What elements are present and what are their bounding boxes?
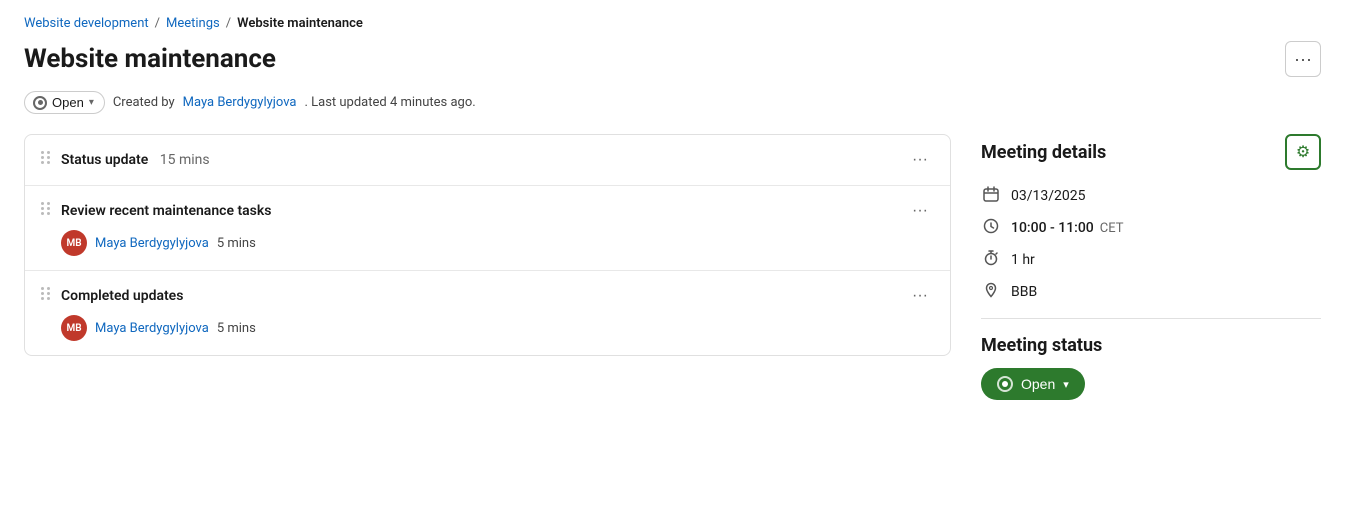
breadcrumb-link-1[interactable]: Website development [24, 16, 149, 31]
meeting-time-item: 10:00 - 11:00 CET [981, 218, 1321, 238]
open-status-badge[interactable]: Open ▾ [24, 91, 105, 114]
location-icon [981, 282, 1001, 302]
page-more-button[interactable]: ··· [1285, 41, 1321, 77]
meeting-location-item: BBB [981, 282, 1321, 302]
gear-icon: ⚙ [1296, 142, 1310, 162]
meeting-timezone: CET [1100, 221, 1124, 236]
presenter-3-name[interactable]: Maya Berdygylyjova [95, 321, 209, 336]
open-chevron-icon: ▾ [89, 97, 94, 108]
breadcrumb: Website development / Meetings / Website… [24, 16, 1321, 31]
drag-dot [41, 212, 44, 215]
created-by-text: Created by [113, 95, 175, 110]
agenda-item-1-header: Status update 15 mins ··· [61, 149, 934, 171]
drag-dot [41, 297, 44, 300]
drag-dot [47, 292, 50, 295]
drag-dot [47, 207, 50, 210]
drag-dot [41, 207, 44, 210]
drag-dot [41, 202, 44, 205]
title-row: Website maintenance ··· [24, 41, 1321, 77]
presenter-3-avatar: MB [61, 315, 87, 341]
author-link[interactable]: Maya Berdygylyjova [183, 95, 297, 110]
main-layout: Status update 15 mins ··· [24, 134, 1321, 400]
agenda-item-1-actions: ··· [906, 149, 934, 171]
agenda-item-3-content: Completed updates ··· MB Maya Berdygylyj… [61, 285, 934, 341]
drag-dot [47, 156, 50, 159]
meeting-status-button[interactable]: Open ▾ [981, 368, 1085, 400]
breadcrumb-sep-2: / [226, 16, 231, 31]
agenda-item-2-header: Review recent maintenance tasks ··· [61, 200, 934, 222]
breadcrumb-current: Website maintenance [237, 16, 363, 31]
drag-dot [47, 287, 50, 290]
calendar-icon [981, 186, 1001, 206]
agenda-item-3-header: Completed updates ··· [61, 285, 934, 307]
agenda-item-2-meta: MB Maya Berdygylyjova 5 mins [61, 230, 934, 256]
meeting-duration: 1 hr [1011, 252, 1035, 268]
open-label: Open [52, 95, 84, 110]
drag-dot [47, 202, 50, 205]
meeting-date-item: 03/13/2025 [981, 186, 1321, 206]
stopwatch-icon [981, 250, 1001, 270]
agenda-item-2-actions: ··· [906, 200, 934, 222]
meeting-time-group: 10:00 - 11:00 CET [1011, 220, 1124, 236]
presenter-2-duration: 5 mins [217, 236, 256, 251]
agenda-item-3: Completed updates ··· MB Maya Berdygylyj… [25, 271, 950, 355]
drag-handle-2[interactable] [41, 200, 51, 215]
meeting-settings-button[interactable]: ⚙ [1285, 134, 1321, 170]
agenda-item-3-actions: ··· [906, 285, 934, 307]
agenda-item-3-meta: MB Maya Berdygylyjova 5 mins [61, 315, 934, 341]
updated-text: . Last updated 4 minutes ago. [304, 95, 475, 110]
meeting-status-section: Meeting status Open ▾ [981, 335, 1321, 400]
drag-dot [41, 156, 44, 159]
breadcrumb-sep-1: / [155, 16, 160, 31]
status-open-icon [997, 376, 1013, 392]
clock-icon [981, 218, 1001, 238]
open-circle-icon [33, 96, 47, 110]
meeting-location: BBB [1011, 284, 1037, 300]
drag-dot [41, 161, 44, 164]
agenda-item-1-title: Status update [61, 152, 148, 168]
agenda-item-2-content: Review recent maintenance tasks ··· MB M… [61, 200, 934, 256]
presenter-2-avatar: MB [61, 230, 87, 256]
agenda-item-3-title: Completed updates [61, 288, 183, 304]
agenda-item-1-content: Status update 15 mins ··· [61, 149, 934, 171]
presenter-2-name[interactable]: Maya Berdygylyjova [95, 236, 209, 251]
agenda-item-1-title-group: Status update 15 mins [61, 152, 210, 168]
meeting-details-title: Meeting details [981, 142, 1106, 163]
drag-dot [41, 151, 44, 154]
status-bar: Open ▾ Created by Maya Berdygylyjova . L… [24, 91, 1321, 114]
drag-handle-1[interactable] [41, 149, 51, 164]
meeting-date: 03/13/2025 [1011, 188, 1086, 204]
drag-dot [47, 212, 50, 215]
agenda-item-3-more-button[interactable]: ··· [906, 285, 934, 307]
meeting-details-header: Meeting details ⚙ [981, 134, 1321, 170]
details-divider [981, 318, 1321, 319]
meeting-status-label: Open [1021, 376, 1055, 392]
presenter-3-duration: 5 mins [217, 321, 256, 336]
breadcrumb-link-2[interactable]: Meetings [166, 16, 220, 31]
agenda-item-2-title: Review recent maintenance tasks [61, 203, 271, 219]
meeting-time-range: 10:00 - 11:00 [1011, 220, 1094, 236]
agenda-item-2-more-button[interactable]: ··· [906, 200, 934, 222]
status-chevron-icon: ▾ [1063, 378, 1069, 391]
meeting-status-title: Meeting status [981, 335, 1321, 356]
agenda-item-1: Status update 15 mins ··· [25, 135, 950, 186]
agenda-item-1-more-button[interactable]: ··· [906, 149, 934, 171]
drag-handle-3[interactable] [41, 285, 51, 300]
agenda-section: Status update 15 mins ··· [24, 134, 951, 356]
drag-dot [41, 287, 44, 290]
page-title: Website maintenance [24, 44, 276, 74]
drag-dot [47, 151, 50, 154]
drag-dot [47, 297, 50, 300]
agenda-item-1-duration: 15 mins [160, 152, 210, 168]
drag-dot [41, 292, 44, 295]
drag-dot [47, 161, 50, 164]
agenda-item-2: Review recent maintenance tasks ··· MB M… [25, 186, 950, 271]
right-panel: Meeting details ⚙ 03/13/2025 [981, 134, 1321, 400]
meeting-duration-item: 1 hr [981, 250, 1321, 270]
